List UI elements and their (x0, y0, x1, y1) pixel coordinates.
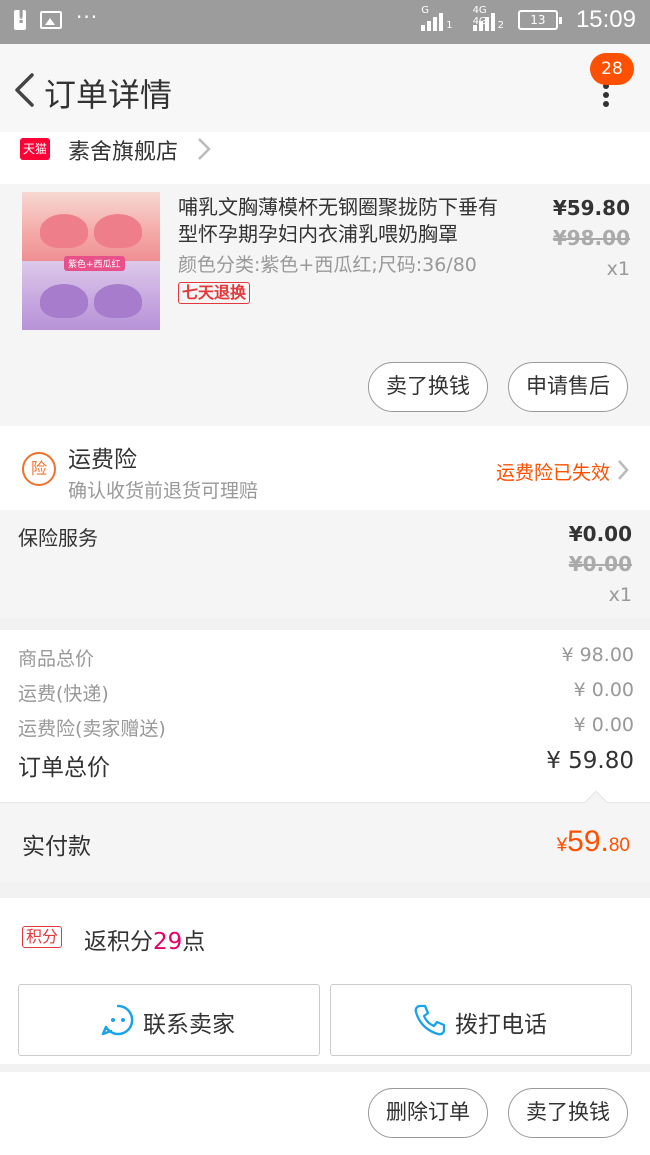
top-app-bar: 订单详情 28 (0, 44, 650, 132)
summary-value: ¥ 0.00 (573, 679, 634, 701)
price-summary: 商品总价 ¥ 98.00 运费(快递) ¥ 0.00 运费险(卖家赠送) ¥ 0… (0, 630, 650, 802)
insurance-service-item: 保险服务 ¥0.00 ¥0.00 x1 (0, 510, 650, 618)
service-price: ¥0.00 (568, 522, 632, 546)
delete-order-button[interactable]: 删除订单 (368, 1088, 488, 1138)
summary-label: 运费(快递) (18, 683, 109, 705)
warning-icon (14, 7, 26, 30)
thumbnail-tag: 紫色+西瓜红 (64, 256, 125, 271)
insurance-status[interactable]: 运费险已失效 (496, 458, 610, 485)
points-and-contact: 积分 返积分29点 联系卖家 拨打电话 (0, 898, 650, 1064)
battery-icon: 13 (517, 10, 562, 30)
bottom-action-bar: 删除订单 卖了换钱 (0, 1072, 650, 1155)
amount-paid-label: 实付款 (22, 834, 91, 860)
after-sales-button[interactable]: 申请售后 (508, 362, 628, 412)
back-arrow-icon[interactable] (12, 72, 40, 108)
chevron-right-icon (198, 138, 211, 160)
signal-icon-1: G 1 (421, 5, 453, 31)
status-bar: ··· G 1 4G 4G 2 13 15:09 (0, 0, 650, 44)
contact-seller-button[interactable]: 联系卖家 (18, 984, 320, 1056)
sell-for-cash-button[interactable]: 卖了换钱 (368, 362, 488, 412)
order-total-value: ¥ 59.80 (546, 748, 634, 774)
tmall-icon: 天猫 (20, 138, 50, 160)
chat-bubble-icon (101, 1004, 134, 1036)
points-badge: 积分 (22, 926, 63, 948)
seven-day-return-badge: 七天退换 (178, 282, 251, 304)
product-quantity: x1 (606, 258, 630, 280)
call-phone-label: 拨打电话 (455, 1012, 547, 1038)
summary-value: ¥ 98.00 (561, 644, 634, 666)
phone-icon (414, 1004, 446, 1036)
order-item[interactable]: 紫色+西瓜红 哺乳文胸薄模杯无钢圈聚拢防下垂有型怀孕期孕妇内衣浦乳喂奶胸罩 颜色… (0, 184, 650, 426)
page-title: 订单详情 (44, 76, 173, 114)
product-spec: 颜色分类:紫色+西瓜红;尺码:36/80 (178, 254, 477, 276)
signal-icon-2: 4G 4G 2 (472, 5, 504, 31)
summary-value: ¥ 0.00 (573, 714, 634, 736)
store-row[interactable]: 天猫 素舍旗舰店 (0, 132, 650, 184)
call-phone-button[interactable]: 拨打电话 (330, 984, 632, 1056)
sell-for-cash-button[interactable]: 卖了换钱 (508, 1088, 628, 1138)
insurance-icon: 险 (22, 452, 56, 486)
store-name[interactable]: 素舍旗舰店 (68, 134, 178, 166)
amount-paid-row: 实付款 ¥59.80 (0, 790, 650, 882)
product-title[interactable]: 哺乳文胸薄模杯无钢圈聚拢防下垂有型怀孕期孕妇内衣浦乳喂奶胸罩 (178, 194, 510, 248)
image-icon (40, 11, 62, 29)
service-original-price: ¥0.00 (568, 552, 632, 576)
chevron-right-icon (618, 460, 629, 480)
freight-insurance-row[interactable]: 险 运费险 确认收货前退货可理赔 运费险已失效 (0, 426, 650, 510)
insurance-subtitle: 确认收货前退货可理赔 (68, 480, 259, 502)
service-name: 保险服务 (18, 526, 98, 550)
clock: 15:09 (575, 6, 636, 33)
product-original-price: ¥98.00 (552, 226, 630, 250)
service-quantity: x1 (608, 584, 632, 606)
insurance-title: 运费险 (68, 447, 137, 473)
summary-label: 商品总价 (18, 648, 95, 670)
summary-label: 运费险(卖家赠送) (18, 718, 166, 740)
product-thumbnail[interactable]: 紫色+西瓜红 (22, 192, 160, 330)
points-reward: 返积分29点 (84, 929, 206, 955)
more-notifications-icon: ··· (76, 5, 99, 29)
order-total-label: 订单总价 (18, 755, 110, 781)
notification-badge: 28 (590, 53, 634, 85)
contact-seller-label: 联系卖家 (143, 1012, 235, 1038)
amount-paid-value: ¥59.80 (556, 825, 630, 858)
product-price: ¥59.80 (552, 196, 630, 220)
